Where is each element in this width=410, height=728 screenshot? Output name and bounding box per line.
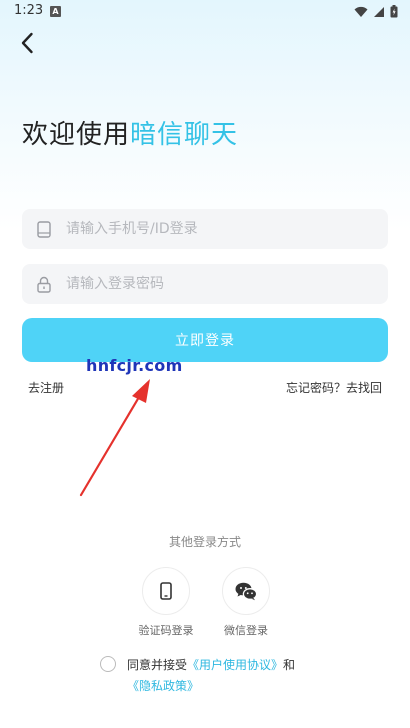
other-login-title: 其他登录方式 [168, 535, 241, 549]
agreement-conjunction: 和 [283, 658, 296, 672]
signal-icon [374, 6, 384, 17]
annotation-arrow-icon [79, 379, 150, 497]
wifi-icon [354, 6, 368, 17]
phone-icon [22, 220, 66, 238]
wechat-login-circle [222, 567, 270, 615]
battery-icon [390, 5, 398, 18]
agreement-text: 同意并接受《用户使用协议》和 [127, 656, 295, 673]
welcome-prefix: 欢迎使用 [22, 120, 131, 150]
password-field[interactable] [22, 264, 388, 304]
lock-icon [22, 276, 66, 293]
mobile-phone-icon [160, 582, 172, 600]
welcome-title: 欢迎使用暗信聊天 [22, 114, 238, 151]
user-agreement-link[interactable]: 《用户使用协议》 [187, 658, 283, 672]
wechat-login-label: 微信登录 [224, 624, 268, 637]
phone-field[interactable] [22, 209, 388, 249]
sms-login-button[interactable]: 验证码登录 [126, 567, 206, 638]
phone-input[interactable] [66, 210, 366, 248]
forgot-password-link[interactable]: 忘记密码？去找回 [286, 379, 382, 396]
chevron-left-icon [21, 32, 33, 54]
sms-login-circle [142, 567, 190, 615]
notification-app-icon: A [50, 6, 61, 17]
privacy-policy-link[interactable]: 《隐私政策》 [127, 679, 199, 693]
wechat-icon [235, 582, 257, 600]
wechat-login-button[interactable]: 微信登录 [206, 567, 286, 638]
agreement-prefix: 同意并接受 [127, 658, 188, 672]
password-input[interactable] [66, 265, 366, 303]
login-button[interactable]: 立即登录 [22, 318, 388, 362]
agreement-checkbox[interactable] [100, 656, 116, 672]
app-name: 暗信聊天 [130, 120, 239, 150]
agreement-text-line2: 《隐私政策》 [127, 677, 199, 694]
status-bar: 1:23 A [0, 0, 410, 24]
register-link[interactable]: 去注册 [28, 379, 64, 396]
sms-login-label: 验证码登录 [138, 624, 194, 637]
back-button[interactable] [14, 30, 40, 56]
status-time: 1:23 [14, 3, 44, 18]
status-indicators [354, 5, 398, 18]
